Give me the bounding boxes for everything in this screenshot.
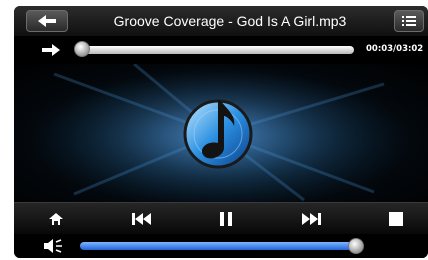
playlist-button[interactable]: [394, 10, 424, 32]
volume-row: [14, 234, 428, 258]
seek-bar[interactable]: [76, 46, 354, 54]
next-icon: [302, 213, 321, 225]
stop-icon: [389, 212, 403, 226]
music-note-icon: [48, 64, 388, 202]
previous-button[interactable]: [121, 203, 161, 235]
title-bar: Groove Coverage - God Is A Girl.mp3: [14, 6, 428, 36]
repeat-mode-button[interactable]: [38, 40, 68, 60]
back-arrow-icon: [38, 15, 56, 27]
speaker-icon: [44, 239, 62, 253]
control-bar: [14, 202, 428, 234]
track-title: Groove Coverage - God Is A Girl.mp3: [113, 13, 347, 29]
pause-icon: [220, 212, 232, 226]
seek-thumb[interactable]: [74, 41, 90, 57]
volume-slider[interactable]: [80, 242, 354, 250]
home-button[interactable]: [36, 203, 76, 235]
previous-icon: [132, 213, 151, 225]
list-icon: [402, 16, 416, 26]
pause-button[interactable]: [206, 203, 246, 235]
stop-button[interactable]: [376, 203, 416, 235]
seek-row: 00:03/03:02: [14, 36, 428, 64]
album-art-area: [14, 64, 428, 202]
next-button[interactable]: [292, 203, 332, 235]
time-display: 00:03/03:02: [366, 44, 424, 54]
arrow-right-icon: [42, 44, 60, 56]
volume-thumb[interactable]: [348, 238, 364, 254]
player-window: Groove Coverage - God Is A Girl.mp3 00:0…: [14, 6, 428, 258]
back-button[interactable]: [26, 10, 68, 32]
home-icon: [49, 213, 63, 225]
